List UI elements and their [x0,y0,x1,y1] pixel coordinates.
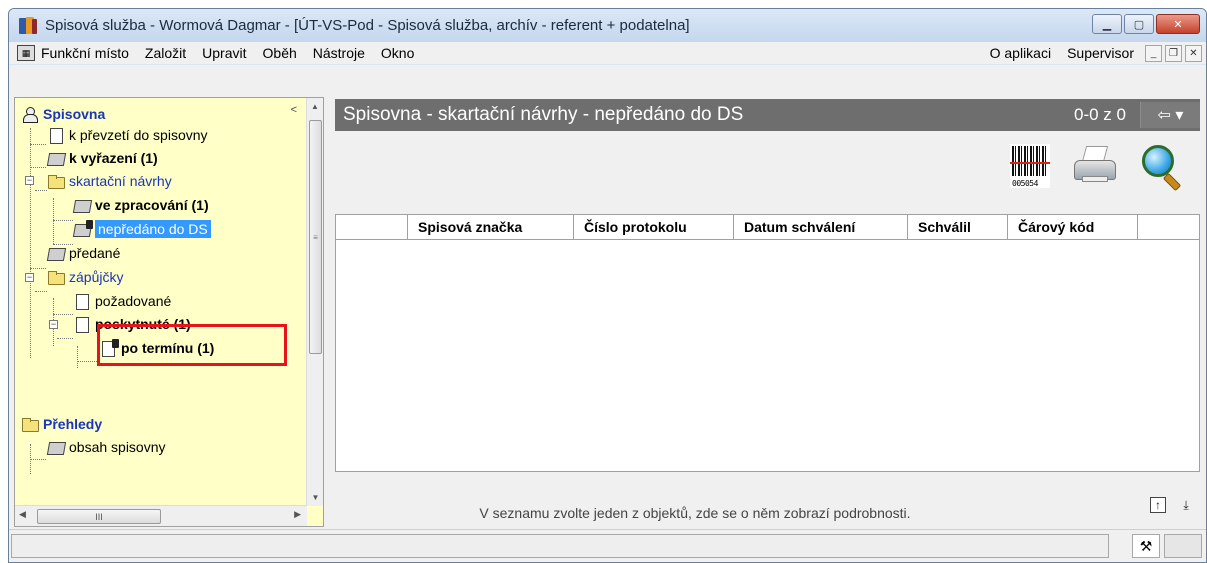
tree-expander-skartacni[interactable]: − [25,176,34,185]
column-carovy-kod[interactable]: Čárový kód [1008,215,1138,239]
mdi-minimize-button[interactable]: _ [1145,44,1162,62]
folder-icon [47,269,65,285]
tools-icon[interactable]: ⚒ [1132,534,1160,558]
menu-nastroje[interactable]: Nástroje [305,45,373,61]
status-end-pane [1164,534,1202,558]
books-app-icon [19,16,39,35]
tree-node-zapujcky[interactable]: zápůjčky [47,267,123,287]
tree-vertical-scrollbar[interactable]: ▲ ≡ ▼ [306,98,323,506]
tree-node-spisovna[interactable]: Spisovna [21,104,105,124]
open-folder-icon [21,416,39,432]
maximize-button[interactable]: ▢ [1124,14,1154,34]
document-icon [47,127,65,144]
expand-detail-icon[interactable]: ↑ [1150,497,1166,513]
table-header: Spisová značka Číslo protokolu Datum sch… [336,215,1199,240]
box-icon [47,439,65,455]
navigation-tree: < Spisovna k převzetí do spisovny k vyřa… [14,97,324,527]
tree-expander-poskytnute[interactable]: − [49,320,58,329]
table-column-selector[interactable] [336,215,408,239]
box-arrow-icon [47,150,65,166]
highlight-annotation [97,324,287,366]
mdi-restore-button[interactable]: ❐ [1165,44,1182,62]
records-table: Spisová značka Číslo protokolu Datum sch… [335,214,1200,472]
box-icon [73,197,91,213]
list-header-bar: Spisovna - skartační návrhy - nepředáno … [335,99,1200,131]
scroll-thumb[interactable]: ≡ [309,120,322,354]
search-icon[interactable] [1140,143,1186,192]
menu-o-aplikaci[interactable]: O aplikaci [990,45,1059,61]
menu-zalozit[interactable]: Založit [137,45,194,61]
record-counter: 0-0 z 0 [1074,105,1126,124]
menu-obeh[interactable]: Oběh [255,45,305,61]
scroll-left-arrow[interactable]: ◀ [19,509,26,520]
column-spisova-znacka[interactable]: Spisová značka [408,215,574,239]
tree-horizontal-scrollbar[interactable]: ◀ III ▶ [15,505,307,526]
menu-bar: ▦ Funkční místo Založit Upravit Oběh Nás… [9,42,1206,64]
minimize-button[interactable]: ▁ [1092,14,1122,34]
table-column-filler [1138,215,1199,239]
printer-icon[interactable] [1072,144,1118,188]
mdi-document-icon[interactable]: ▦ [17,45,35,61]
person-icon [21,106,39,123]
scroll-up-arrow[interactable]: ▲ [307,98,323,115]
column-datum-schvaleni[interactable]: Datum schválení [734,215,908,239]
back-navigation-button[interactable]: ⇦ ▾ [1140,102,1200,128]
client-area: < Spisovna k převzetí do spisovny k vyřa… [9,65,1206,562]
list-title: Spisovna - skartační návrhy - nepředáno … [343,104,744,125]
menu-funkcni-misto[interactable]: Funkční místo [41,45,137,61]
tree-expander-zapujcky[interactable]: − [25,273,34,282]
tree-node-k-vyrazeni[interactable]: k vyřazení (1) [47,148,158,168]
mdi-close-button[interactable]: ✕ [1185,44,1202,62]
menu-okno[interactable]: Okno [373,45,422,61]
scroll-right-arrow[interactable]: ▶ [294,509,301,520]
tree-node-predane[interactable]: předané [47,243,120,263]
tree-node-prehledy[interactable]: Přehledy [21,414,102,434]
tree-node-obsah-spisovny[interactable]: obsah spisovny [47,437,166,457]
document-arrow-icon [73,316,91,333]
document-icon [73,293,91,310]
status-text-pane [11,534,1109,558]
menu-supervisor[interactable]: Supervisor [1059,45,1142,61]
title-bar: Spisová služba - Wormová Dagmar - [ÚT-VS… [9,9,1206,42]
hscroll-thumb[interactable]: III [37,509,161,524]
application-window: Spisová služba - Wormová Dagmar - [ÚT-VS… [8,8,1207,563]
toolbar: 005054 [1010,143,1186,192]
tree-node-k-prevzeti[interactable]: k převzetí do spisovny [47,125,208,145]
tree-node-skartacni-navrhy[interactable]: skartační návrhy [47,171,172,191]
tree-node-ve-zpracovani[interactable]: ve zpracování (1) [73,195,209,215]
scroll-down-arrow[interactable]: ▼ [307,489,323,506]
tree-node-nepredano-do-ds[interactable]: nepředáno do DS [73,219,211,239]
column-schvalil[interactable]: Schválil [908,215,1008,239]
barcode-icon[interactable]: 005054 [1010,144,1050,188]
column-cislo-protokolu[interactable]: Číslo protokolu [574,215,734,239]
box-icon [47,245,65,261]
folder-icon [47,173,65,189]
collapse-panel-button[interactable]: < [291,104,297,116]
menu-upravit[interactable]: Upravit [194,45,254,61]
download-detail-icon[interactable]: ⤓ [1178,497,1194,513]
close-button[interactable]: ✕ [1156,14,1200,34]
detail-hint: V seznamu zvolte jeden z objektů, zde se… [479,505,911,521]
tree-node-pozadovane[interactable]: požadované [73,291,171,311]
status-bar: ⚒ [9,529,1206,562]
window-title: Spisová služba - Wormová Dagmar - [ÚT-VS… [45,17,690,34]
box-alert-icon [73,220,93,237]
